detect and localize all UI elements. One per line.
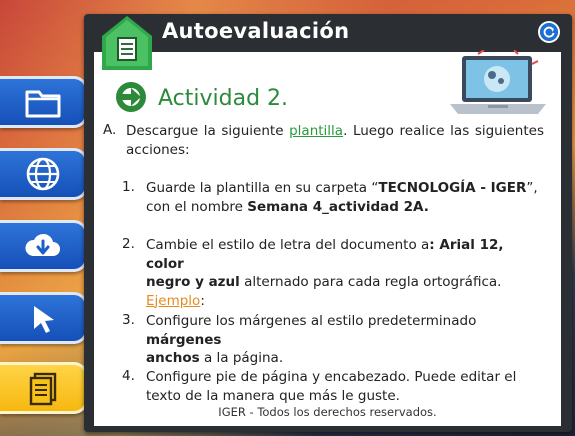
step-3-margins: márgenes <box>146 331 222 348</box>
step-4-number: 4. <box>122 368 135 384</box>
section-marker: A. <box>103 122 117 138</box>
footer-copyright: IGER - Todos los derechos reservados. <box>218 405 437 419</box>
step-2-line1: Cambie el estilo de letra del documento … <box>146 237 430 253</box>
sidebar-globe-button[interactable] <box>0 148 88 200</box>
step-3-line2: a la página. <box>199 350 284 366</box>
sidebar-document-button[interactable] <box>0 362 88 414</box>
step-1-folder-name: TECNOLOGÍA - IGER <box>378 180 527 196</box>
step-2-colors: negro y azul <box>146 274 240 290</box>
step-1-line1: Guarde la plantilla en su carpeta “ <box>146 180 379 196</box>
intro-text: Descargue la siguiente plantilla. Luego … <box>126 122 544 159</box>
step-4-line1: Configure pie de página y encabezado. Pu… <box>146 369 517 385</box>
sidebar-folder-button[interactable] <box>0 76 88 128</box>
cursor-icon <box>33 306 54 333</box>
document-icon <box>29 372 56 406</box>
step-1-number: 1. <box>122 179 135 195</box>
sidebar-cursor-button[interactable] <box>0 292 88 344</box>
step-4-text: Configure pie de página y encabezado. Pu… <box>146 368 546 405</box>
step-3-line1: Configure los márgenes al estilo predete… <box>146 313 477 329</box>
document-badge-icon <box>102 16 152 70</box>
refresh-button[interactable] <box>538 21 560 43</box>
activity-title: Actividad 2. <box>158 86 289 111</box>
step-1-line1-end: ”, <box>526 180 538 196</box>
step-1-file-name: Semana 4_actividad 2A. <box>247 198 429 215</box>
arrow-right-icon <box>116 82 146 112</box>
refresh-icon <box>539 22 559 42</box>
step-1-text: Guarde la plantilla en su carpeta “TECNO… <box>146 179 546 216</box>
step-2-text: Cambie el estilo de letra del documento … <box>146 236 546 310</box>
step-2-number: 2. <box>122 236 135 252</box>
step-2-link-colon: : <box>200 292 205 309</box>
example-link[interactable]: Ejemplo <box>146 293 200 309</box>
sidebar-download-button[interactable] <box>0 220 88 272</box>
page-title: Autoevaluación <box>162 19 350 43</box>
step-3-number: 3. <box>122 312 135 328</box>
step-1-line2: con el nombre <box>146 198 248 215</box>
folder-icon <box>25 90 60 118</box>
template-link[interactable]: plantilla <box>289 123 343 139</box>
cloud-download-icon <box>24 233 60 256</box>
intro-text-start: Descargue la siguiente <box>126 123 290 139</box>
step-4-line2: texto de la manera que más le guste. <box>146 387 400 404</box>
step-3-text: Configure los márgenes al estilo predete… <box>146 312 546 368</box>
laptop-icon <box>450 50 546 114</box>
globe-icon <box>26 157 59 191</box>
step-2-line2: alternado para cada regla ortográfica. <box>239 274 502 290</box>
step-3-wide: anchos <box>146 350 200 366</box>
